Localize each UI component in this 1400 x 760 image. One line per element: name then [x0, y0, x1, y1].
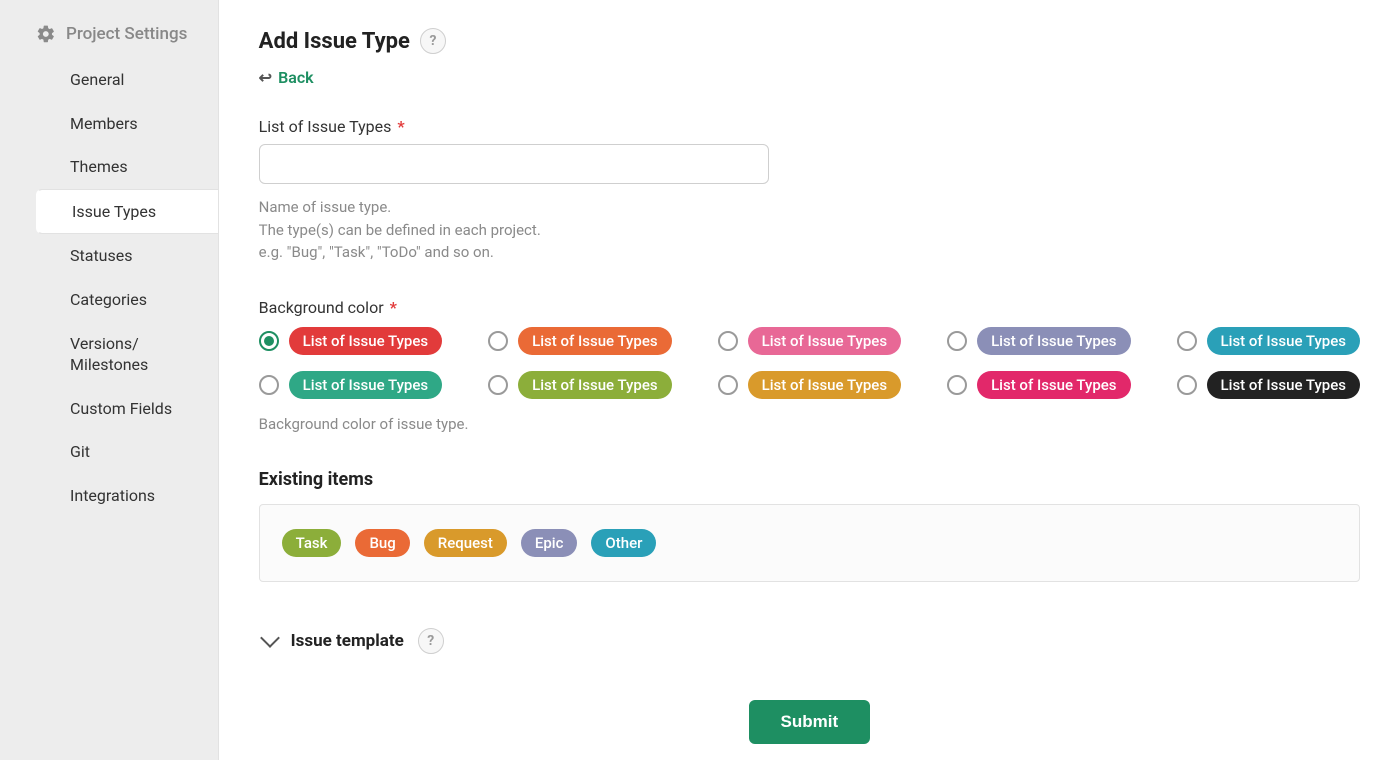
- color-field: Background color * List of Issue TypesLi…: [259, 298, 1360, 436]
- color-swatch-pill: List of Issue Types: [289, 327, 442, 355]
- color-swatch-pill: List of Issue Types: [289, 371, 442, 399]
- sidebar-item-categories[interactable]: Categories: [0, 278, 218, 322]
- issue-template-toggle[interactable]: Issue template ?: [259, 628, 1360, 654]
- back-link[interactable]: ↩ Back: [259, 68, 314, 87]
- sidebar-item-label: Themes: [70, 157, 128, 176]
- radio-button[interactable]: [488, 331, 508, 351]
- radio-button[interactable]: [259, 331, 279, 351]
- color-options: List of Issue Types List of Issue Types Li…: [259, 327, 1360, 399]
- sidebar-item-label: Integrations: [70, 486, 155, 505]
- radio-button[interactable]: [1177, 331, 1197, 351]
- sidebar-item-themes[interactable]: Themes: [0, 145, 218, 189]
- sidebar-item-label: General: [70, 70, 124, 89]
- radio-button[interactable]: [947, 375, 967, 395]
- back-label: Back: [278, 68, 314, 87]
- color-option-0[interactable]: List of Issue Types: [259, 327, 442, 355]
- color-option-7[interactable]: List of Issue Types: [718, 371, 901, 399]
- radio-button[interactable]: [718, 331, 738, 351]
- sidebar-nav: General Members Themes Issue Types Statu…: [0, 58, 218, 518]
- radio-button[interactable]: [488, 375, 508, 395]
- color-swatch-pill: List of Issue Types: [518, 371, 671, 399]
- existing-items-title: Existing items: [259, 469, 1360, 490]
- sidebar: Project Settings General Members Themes …: [0, 0, 219, 760]
- help-icon[interactable]: ?: [420, 28, 446, 54]
- radio-button[interactable]: [259, 375, 279, 395]
- sidebar-title: Project Settings: [66, 24, 187, 44]
- submit-button[interactable]: Submit: [749, 700, 871, 744]
- radio-button[interactable]: [1177, 375, 1197, 395]
- existing-item-pill: Task: [282, 529, 342, 557]
- color-field-label: Background color *: [259, 298, 1360, 317]
- color-swatch-pill: List of Issue Types: [748, 371, 901, 399]
- sidebar-item-git[interactable]: Git: [0, 430, 218, 474]
- color-swatch-pill: List of Issue Types: [748, 327, 901, 355]
- existing-item-pill: Other: [591, 529, 656, 557]
- color-option-8[interactable]: List of Issue Types: [947, 371, 1130, 399]
- color-option-2[interactable]: List of Issue Types: [718, 327, 901, 355]
- sidebar-item-general[interactable]: General: [0, 58, 218, 102]
- page-header: Add Issue Type ?: [259, 28, 1360, 54]
- color-option-3[interactable]: List of Issue Types: [947, 327, 1130, 355]
- help-icon[interactable]: ?: [418, 628, 444, 654]
- sidebar-item-label: Versions/ Milestones: [70, 334, 148, 375]
- color-option-6[interactable]: List of Issue Types: [488, 371, 671, 399]
- name-help-text: Name of issue type. The type(s) can be d…: [259, 196, 1360, 264]
- sidebar-item-versions[interactable]: Versions/ Milestones: [0, 322, 160, 387]
- color-option-1[interactable]: List of Issue Types: [488, 327, 671, 355]
- color-swatch-pill: List of Issue Types: [977, 371, 1130, 399]
- color-option-9[interactable]: List of Issue Types: [1177, 371, 1360, 399]
- existing-item-pill: Epic: [521, 529, 578, 557]
- sidebar-item-integrations[interactable]: Integrations: [0, 474, 218, 518]
- existing-items-box: Task Bug Request Epic Other: [259, 504, 1360, 582]
- sidebar-item-label: Statuses: [70, 246, 133, 265]
- chevron-down-icon: [260, 628, 280, 648]
- color-swatch-pill: List of Issue Types: [1207, 327, 1360, 355]
- color-swatch-pill: List of Issue Types: [1207, 371, 1360, 399]
- sidebar-header: Project Settings: [0, 24, 218, 58]
- color-swatch-pill: List of Issue Types: [518, 327, 671, 355]
- required-mark: *: [393, 117, 404, 136]
- color-help-text: Background color of issue type.: [259, 413, 1360, 436]
- sidebar-item-label: Issue Types: [72, 202, 156, 221]
- radio-button[interactable]: [947, 331, 967, 351]
- sidebar-item-label: Git: [70, 442, 90, 461]
- sidebar-item-label: Members: [70, 114, 138, 133]
- issue-type-name-input[interactable]: [259, 144, 769, 184]
- color-option-4[interactable]: List of Issue Types: [1177, 327, 1360, 355]
- sidebar-item-label: Custom Fields: [70, 399, 172, 418]
- page-title: Add Issue Type: [259, 29, 410, 54]
- name-field: List of Issue Types * Name of issue type…: [259, 117, 1360, 264]
- required-mark: *: [386, 298, 397, 317]
- sidebar-item-issue-types[interactable]: Issue Types: [36, 189, 218, 235]
- color-swatch-pill: List of Issue Types: [977, 327, 1130, 355]
- name-field-label: List of Issue Types *: [259, 117, 1360, 136]
- submit-row: Submit: [259, 700, 1360, 744]
- gear-icon: [36, 24, 56, 44]
- color-option-5[interactable]: List of Issue Types: [259, 371, 442, 399]
- sidebar-item-statuses[interactable]: Statuses: [0, 234, 218, 278]
- main-content: Add Issue Type ? ↩ Back List of Issue Ty…: [219, 0, 1400, 760]
- undo-icon: ↩: [259, 68, 272, 87]
- sidebar-item-members[interactable]: Members: [0, 102, 218, 146]
- existing-item-pill: Request: [424, 529, 507, 557]
- existing-item-pill: Bug: [355, 529, 409, 557]
- radio-button[interactable]: [718, 375, 738, 395]
- sidebar-item-custom-fields[interactable]: Custom Fields: [0, 387, 218, 431]
- sidebar-item-label: Categories: [70, 290, 147, 309]
- issue-template-title: Issue template: [291, 631, 404, 651]
